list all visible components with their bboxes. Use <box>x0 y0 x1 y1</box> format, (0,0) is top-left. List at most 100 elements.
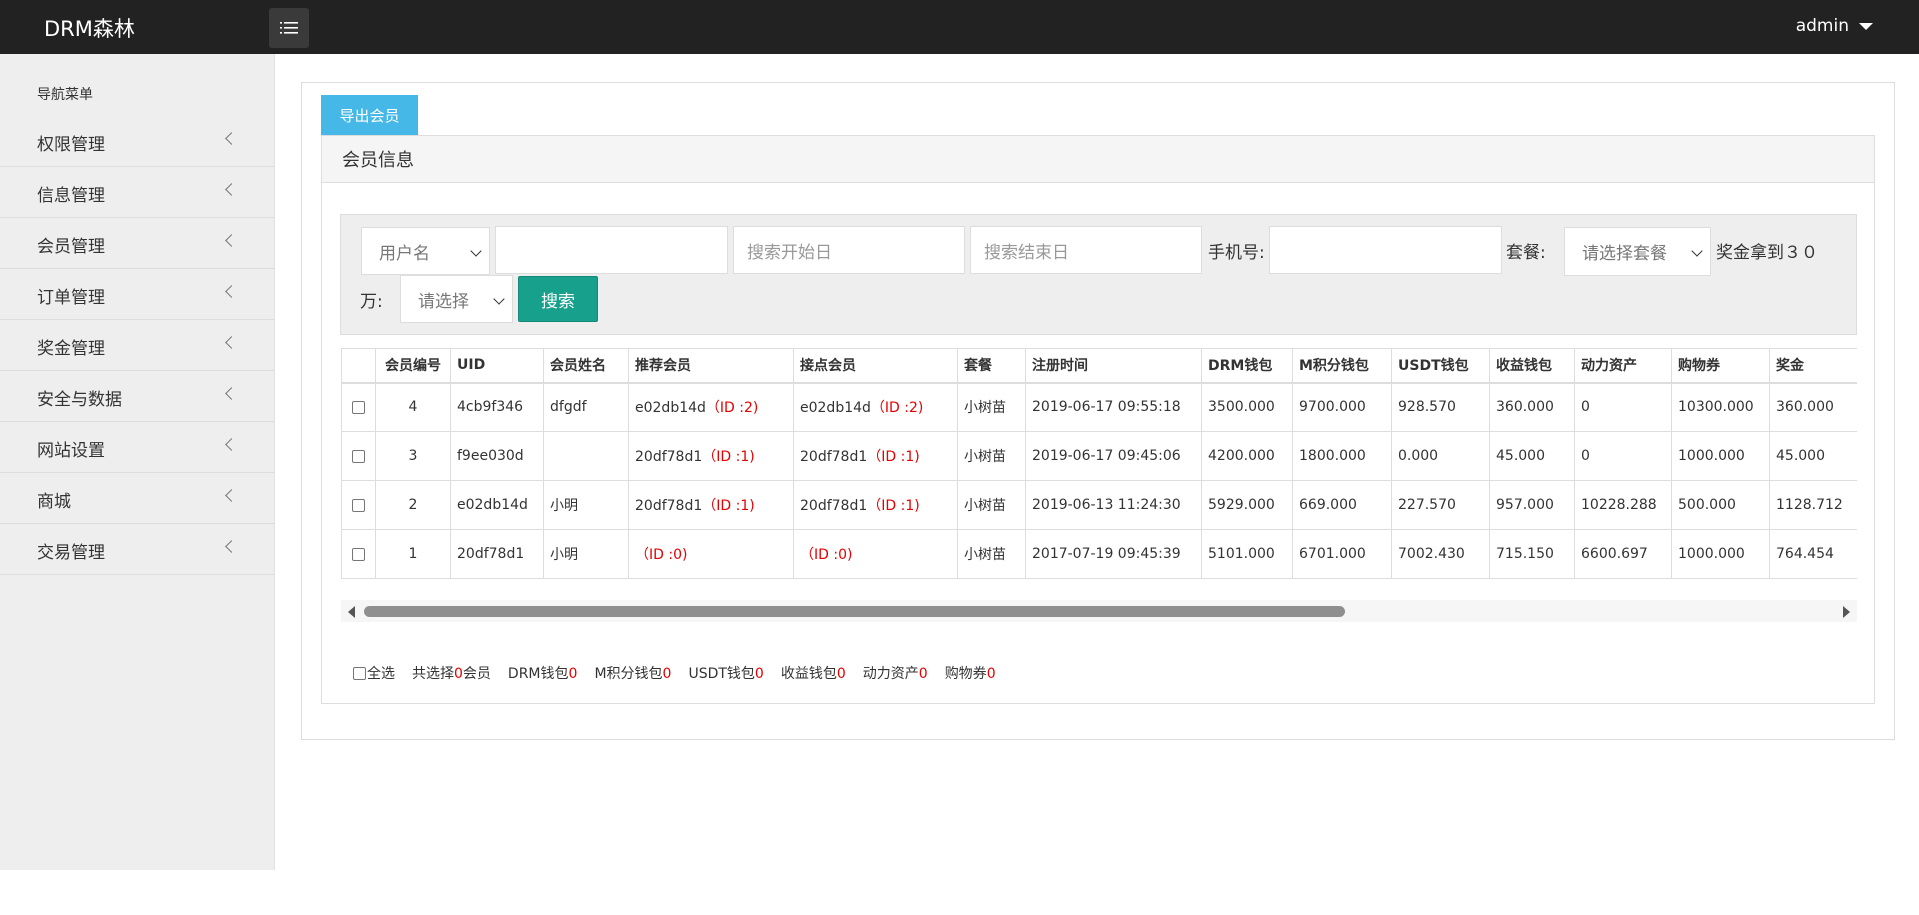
node-cell: （ID :0) <box>793 529 958 579</box>
selected-count: 共选择0会员 <box>412 663 491 683</box>
package-cell: 小树苗 <box>957 480 1026 530</box>
search-keyword-input[interactable] <box>495 226 728 274</box>
table-horizontal-scrollbar[interactable] <box>341 600 1857 622</box>
sidebar-item-orders[interactable]: 订单管理 <box>0 269 274 320</box>
drm-wallet-cell: 4200.000 <box>1201 431 1293 481</box>
menu-list-icon <box>280 22 298 34</box>
mpoint-wallet-cell: 669.000 <box>1292 480 1392 530</box>
member-name-cell: 小明 <box>543 529 629 579</box>
selection-summary: 全选 共选择0会员 DRM钱包0 M积分钱包0 USDT钱包0 收益钱包0 动力… <box>353 663 1013 683</box>
node-id: （ID :2) <box>870 400 924 417</box>
node-name: e02db14d <box>800 400 871 417</box>
scroll-right-arrow-icon[interactable] <box>1843 606 1850 618</box>
member-no-cell: 4 <box>375 382 451 432</box>
row-checkbox[interactable] <box>352 498 365 512</box>
sidebar-item-label: 商城 <box>37 492 71 512</box>
user-menu[interactable]: admin <box>1796 16 1873 36</box>
package-cell: 小树苗 <box>957 529 1026 579</box>
usdt-wallet-cell: 0.000 <box>1391 431 1490 481</box>
summary-label: 共选择 <box>412 666 454 682</box>
income-wallet-cell: 360.000 <box>1489 382 1575 432</box>
scrollbar-thumb[interactable] <box>364 606 1345 617</box>
sidebar-item-shop[interactable]: 商城 <box>0 473 274 524</box>
usdt-wallet-cell: 928.570 <box>1391 382 1490 432</box>
search-button[interactable]: 搜索 <box>518 276 598 322</box>
column-header: 动力资产 <box>1574 348 1672 384</box>
node-cell: 20df78d1（ID :1) <box>793 431 958 481</box>
column-header: 会员姓名 <box>543 348 629 384</box>
member-no-cell: 3 <box>375 431 451 481</box>
power-total: 动力资产0 <box>863 663 928 683</box>
sidebar-item-label: 安全与数据 <box>37 390 122 410</box>
chevron-left-icon <box>225 540 238 553</box>
drm-total: DRM钱包0 <box>508 663 578 683</box>
sidebar-item-bonus[interactable]: 奖金管理 <box>0 320 274 371</box>
referrer-id: （ID :1) <box>702 498 755 514</box>
sidebar-item-site-settings[interactable]: 网站设置 <box>0 422 274 473</box>
phone-input[interactable] <box>1269 226 1502 274</box>
member-table: 会员编号 UID 会员姓名 推荐会员 接点会员 套餐 注册时间 DRM钱包 M积… <box>341 348 1857 579</box>
uid-cell: 20df78d1 <box>450 529 544 579</box>
usdt-wallet-cell: 227.570 <box>1391 480 1490 530</box>
register-time-cell: 2017-07-19 09:45:39 <box>1025 529 1202 579</box>
summary-label: DRM钱包 <box>507 666 569 682</box>
sidebar-item-trade[interactable]: 交易管理 <box>0 524 274 575</box>
node-id: （ID :1) <box>867 498 920 514</box>
node-id: （ID :0) <box>800 547 853 563</box>
top-navbar: DRM森林 admin <box>0 0 1919 54</box>
export-members-button[interactable]: 导出会员 <box>321 95 418 135</box>
select-all-checkbox[interactable] <box>353 666 366 680</box>
row-checkbox[interactable] <box>352 449 365 463</box>
table-header-row: 会员编号 UID 会员姓名 推荐会员 接点会员 套餐 注册时间 DRM钱包 M积… <box>341 348 1857 384</box>
income-wallet-cell: 715.150 <box>1489 529 1575 579</box>
sidebar-item-members[interactable]: 会员管理 <box>0 218 274 269</box>
sidebar-toggle-button[interactable] <box>269 8 309 48</box>
member-name-cell: dfgdf <box>543 382 629 432</box>
bonus-cell: 360.000 <box>1769 382 1857 432</box>
panel-title: 会员信息 <box>322 136 1874 183</box>
summary-label: 收益钱包 <box>780 666 837 682</box>
package-cell: 小树苗 <box>957 431 1026 481</box>
column-header: 会员编号 <box>375 348 451 384</box>
member-table-container[interactable]: 会员编号 UID 会员姓名 推荐会员 接点会员 套餐 注册时间 DRM钱包 M积… <box>341 348 1857 580</box>
income-wallet-cell: 957.000 <box>1489 480 1575 530</box>
chevron-left-icon <box>225 234 238 247</box>
chevron-down-icon <box>470 245 482 257</box>
node-name: 20df78d1 <box>800 449 868 465</box>
package-select[interactable]: 请选择套餐 <box>1564 227 1711 276</box>
sidebar-item-security[interactable]: 安全与数据 <box>0 371 274 422</box>
table-row: 3 f9ee030d 20df78d1（ID :1) 20df78d1（ID :… <box>341 431 1857 481</box>
sidebar-item-info[interactable]: 信息管理 <box>0 167 274 218</box>
summary-value: 0 <box>918 666 928 682</box>
package-label: 套餐: <box>1506 243 1546 263</box>
node-cell: 20df78d1（ID :1) <box>793 480 958 530</box>
page-bottom <box>0 870 1919 915</box>
column-header: 接点会员 <box>793 348 958 384</box>
member-no-cell: 1 <box>375 529 451 579</box>
phone-label: 手机号: <box>1208 243 1265 263</box>
sidebar-item-permission[interactable]: 权限管理 <box>0 116 274 167</box>
search-end-date-input[interactable]: 搜索结束日 <box>970 226 1202 274</box>
bonus-select[interactable]: 请选择 <box>400 275 513 323</box>
summary-value: 0 <box>662 666 672 682</box>
search-start-date-input[interactable]: 搜索开始日 <box>733 226 965 274</box>
register-time-cell: 2019-06-17 09:45:06 <box>1025 431 1202 481</box>
summary-label: USDT钱包 <box>688 666 755 682</box>
referrer-id: （ID :2) <box>705 400 759 417</box>
search-field-select[interactable]: 用户名 <box>361 227 490 275</box>
row-checkbox[interactable] <box>352 547 365 561</box>
sidebar: 导航菜单 权限管理 信息管理 会员管理 订单管理 奖金管理 安全与数据 网站设置… <box>0 54 275 870</box>
sidebar-item-label: 交易管理 <box>37 543 105 563</box>
member-no-cell: 2 <box>375 480 451 530</box>
column-header: M积分钱包 <box>1292 348 1392 384</box>
row-checkbox[interactable] <box>352 400 365 414</box>
coupon-cell: 1000.000 <box>1671 431 1770 481</box>
income-total: 收益钱包0 <box>781 663 846 683</box>
coupon-cell: 10300.000 <box>1671 382 1770 432</box>
scroll-left-arrow-icon[interactable] <box>348 606 355 618</box>
chevron-left-icon <box>225 489 238 502</box>
node-id: （ID :1) <box>867 449 920 465</box>
summary-label: 动力资产 <box>862 666 919 682</box>
column-header: 收益钱包 <box>1489 348 1575 384</box>
brand-title[interactable]: DRM森林 <box>44 13 135 43</box>
